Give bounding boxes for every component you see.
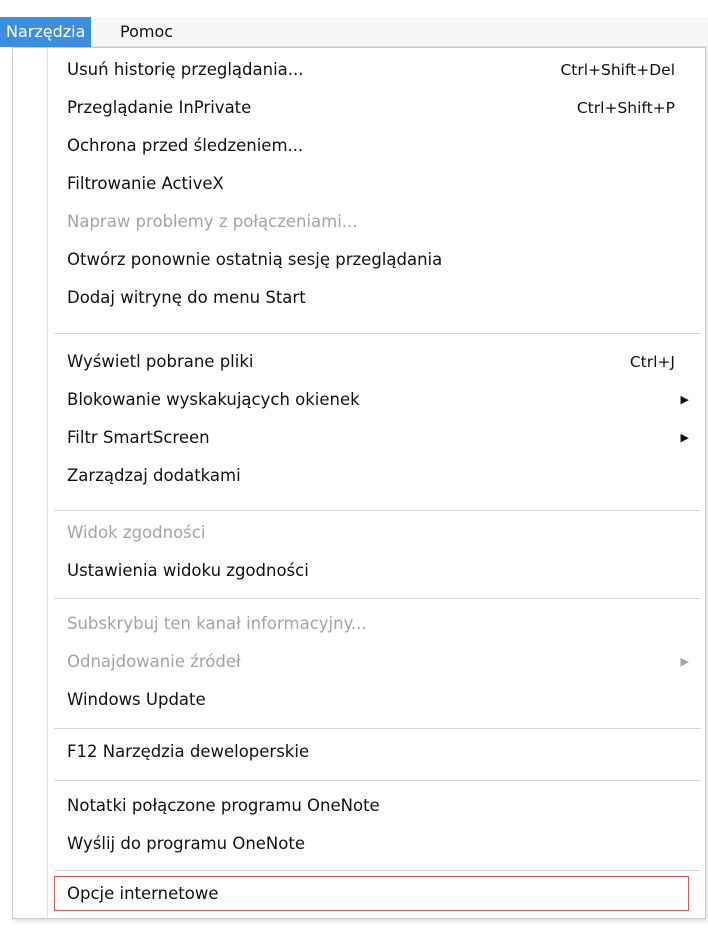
menu-item-compatibility-view: Widok zgodności <box>54 515 691 551</box>
menu-item-feed-discovery: Odnajdowanie źródeł ▶ <box>54 644 691 680</box>
menu-item-label: Widok zgodności <box>67 523 206 542</box>
menu-item-add-site-to-start[interactable]: Dodaj witrynę do menu Start <box>54 280 691 316</box>
menu-item-view-downloads[interactable]: Wyświetl pobrane pliki Ctrl+J <box>54 344 691 380</box>
submenu-arrow-icon: ▶ <box>680 655 689 668</box>
menu-item-label: Napraw problemy z połączeniami... <box>67 212 358 231</box>
menu-item-reopen-last-session[interactable]: Otwórz ponownie ostatnią sesję przegląda… <box>54 242 691 278</box>
menu-separator <box>54 598 701 600</box>
menu-item-label: Filtr SmartScreen <box>67 428 210 447</box>
menu-item-label: Wyślij do programu OneNote <box>67 834 305 853</box>
menu-item-label: Notatki połączone programu OneNote <box>67 796 380 815</box>
menu-item-label: Wyświetl pobrane pliki <box>67 352 254 371</box>
menu-item-send-to-onenote[interactable]: Wyślij do programu OneNote <box>54 826 691 862</box>
menu-separator <box>54 333 701 335</box>
tools-dropdown-menu: Usuń historię przeglądania... Ctrl+Shift… <box>12 47 706 919</box>
menu-item-compatibility-view-settings[interactable]: Ustawienia widoku zgodności <box>54 553 691 589</box>
menu-item-label: Usuń historię przeglądania... <box>67 60 304 79</box>
menu-item-label: Subskrybuj ten kanał informacyjny... <box>67 614 367 633</box>
menu-item-smartscreen-filter[interactable]: Filtr SmartScreen ▶ <box>54 420 691 456</box>
menu-separator <box>54 728 701 730</box>
menu-item-fix-connection-problems: Napraw problemy z połączeniami... <box>54 204 691 240</box>
menu-item-label: Filtrowanie ActiveX <box>67 174 224 193</box>
menu-item-shortcut: Ctrl+Shift+Del <box>560 61 675 79</box>
menu-item-windows-update[interactable]: Windows Update <box>54 682 691 718</box>
menu-item-label: Odnajdowanie źródeł <box>67 652 241 671</box>
menubar-item-narzedzia[interactable]: Narzędzia <box>0 17 92 47</box>
menu-item-shortcut: Ctrl+Shift+P <box>576 99 675 117</box>
menu-item-inprivate-browsing[interactable]: Przeglądanie InPrivate Ctrl+Shift+P <box>54 90 691 126</box>
menu-item-label: Blokowanie wyskakujących okienek <box>67 390 360 409</box>
menu-item-internet-options[interactable]: Opcje internetowe <box>54 876 689 911</box>
menu-item-label: Ochrona przed śledzeniem... <box>67 136 304 155</box>
menu-item-label: Windows Update <box>67 690 206 709</box>
menu-item-delete-browsing-history[interactable]: Usuń historię przeglądania... Ctrl+Shift… <box>54 52 691 88</box>
menu-separator <box>54 870 701 872</box>
menu-item-label: Ustawienia widoku zgodności <box>67 561 309 580</box>
submenu-arrow-icon: ▶ <box>680 393 689 406</box>
menu-bar: Narzędzia Pomoc <box>0 17 708 47</box>
submenu-arrow-icon: ▶ <box>680 431 689 444</box>
menu-item-label: Otwórz ponownie ostatnią sesję przegląda… <box>67 250 443 269</box>
menu-separator <box>54 510 701 512</box>
menubar-item-pomoc[interactable]: Pomoc <box>114 17 179 47</box>
menu-item-activex-filtering[interactable]: Filtrowanie ActiveX <box>54 166 691 202</box>
menu-item-popup-blocker[interactable]: Blokowanie wyskakujących okienek ▶ <box>54 382 691 418</box>
menu-separator <box>54 780 701 782</box>
menu-item-label: Dodaj witrynę do menu Start <box>67 288 306 307</box>
menu-item-subscribe-to-feed: Subskrybuj ten kanał informacyjny... <box>54 606 691 642</box>
menu-item-shortcut: Ctrl+J <box>629 353 675 371</box>
menu-item-label: Opcje internetowe <box>67 884 219 903</box>
menu-item-label: Zarządzaj dodatkami <box>67 466 241 485</box>
menu-item-label: F12 Narzędzia deweloperskie <box>67 742 310 761</box>
menu-item-onenote-linked-notes[interactable]: Notatki połączone programu OneNote <box>54 788 691 824</box>
menu-item-label: Przeglądanie InPrivate <box>67 98 252 117</box>
menu-gutter-divider <box>47 48 48 918</box>
menu-item-f12-developer-tools[interactable]: F12 Narzędzia deweloperskie <box>54 734 691 770</box>
menu-item-tracking-protection[interactable]: Ochrona przed śledzeniem... <box>54 128 691 164</box>
menu-item-manage-add-ons[interactable]: Zarządzaj dodatkami <box>54 458 691 494</box>
